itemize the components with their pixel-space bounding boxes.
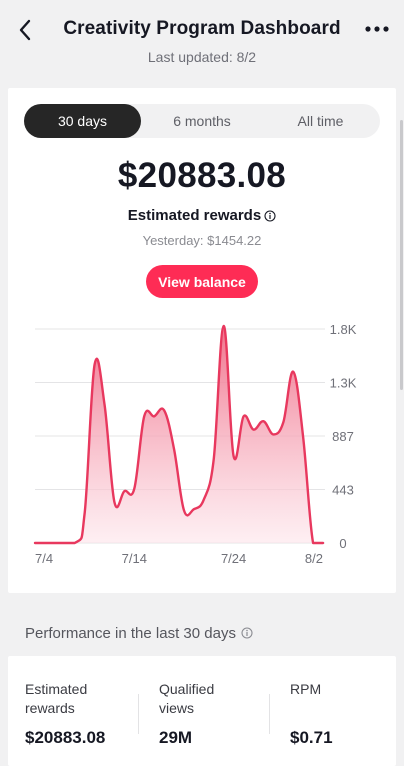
divider (138, 694, 139, 734)
stat-value: $0.71 (290, 728, 333, 747)
stat-estimated-rewards: Estimated rewards (25, 680, 87, 718)
performance-stats: Estimated rewards $20883.08 Qualified vi… (8, 656, 396, 766)
tab-30-days[interactable]: 30 days (24, 104, 141, 138)
estimated-rewards-amount: $20883.08 (117, 156, 287, 195)
rewards-card: 30 days 6 months All time $20883.08 Esti… (8, 88, 396, 593)
area-fill (35, 325, 323, 543)
last-updated-text: Last updated: 8/2 (147, 49, 257, 65)
stat-label: views (159, 700, 195, 716)
tab-6-months[interactable]: 6 months (144, 104, 260, 138)
y-tick-label: 1.8K (330, 322, 357, 337)
stat-label: rewards (25, 700, 75, 716)
performance-title: Performance in the last 30 days (25, 625, 236, 642)
x-tick-label: 8/2 (305, 551, 323, 566)
performance-heading: Performance in the last 30 days (25, 625, 253, 643)
top-bar: Creativity Program Dashboard Last update… (0, 0, 404, 86)
yesterday-rewards: Yesterday: $1454.22 (142, 233, 262, 248)
info-icon[interactable] (241, 626, 253, 643)
stat-value: $20883.08 (25, 728, 106, 747)
x-tick-label: 7/24 (221, 551, 246, 566)
x-tick-label: 7/14 (122, 551, 147, 566)
stat-value: 29M (159, 728, 193, 747)
stat-rpm: RPM (290, 680, 321, 699)
rewards-chart: 1.8K 1.3K 887 443 0 7/4 7/14 7/24 8/2 (33, 322, 357, 566)
stat-label: Estimated (25, 681, 88, 697)
scrollbar[interactable] (400, 120, 403, 390)
page-title: Creativity Program Dashboard (63, 18, 341, 39)
stat-label: Qualified (159, 681, 215, 697)
stat-label: RPM (290, 681, 322, 697)
divider (269, 694, 270, 734)
more-options-button[interactable] (364, 18, 390, 40)
info-icon[interactable] (264, 209, 276, 226)
x-tick-label: 7/4 (35, 551, 53, 566)
view-balance-button[interactable]: View balance (146, 265, 258, 298)
y-tick-label: 1.3K (330, 376, 357, 391)
estimated-rewards-label: Estimated rewards (127, 207, 262, 224)
period-tabs: 30 days 6 months All time (24, 104, 380, 138)
stat-qualified-views: Qualified views (159, 680, 214, 718)
y-tick-label: 887 (332, 429, 354, 444)
y-tick-label: 443 (332, 483, 354, 498)
tab-all-time[interactable]: All time (262, 104, 379, 138)
estimated-rewards-label-row: Estimated rewards (8, 207, 396, 226)
y-tick-label: 0 (339, 536, 346, 551)
more-horizontal-icon (365, 26, 389, 32)
